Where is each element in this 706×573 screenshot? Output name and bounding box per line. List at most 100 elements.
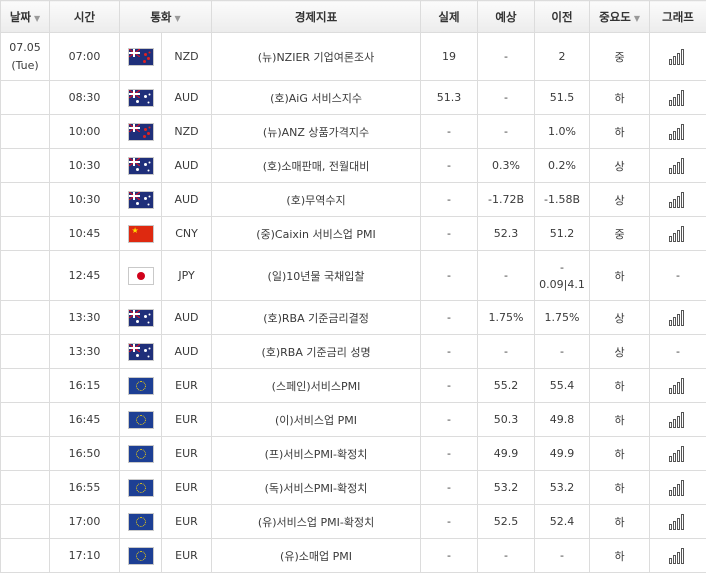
filter-arrow-icon[interactable]: ▼ <box>634 14 640 23</box>
bar-chart-icon[interactable] <box>669 192 688 208</box>
time-cell: 13:30 <box>50 335 120 369</box>
flag-cell <box>120 403 162 437</box>
previous-cell: 1.0% <box>535 115 590 149</box>
currency-cell: AUD <box>162 183 212 217</box>
previous-cell: - <box>535 539 590 573</box>
forecast-cell: - <box>478 33 535 81</box>
graph-cell <box>650 33 706 81</box>
bar-chart-icon[interactable] <box>669 90 688 106</box>
table-row: 10:45CNY(중)Caixin 서비스업 PMI-52.351.2중 <box>1 217 706 251</box>
time-cell: 10:00 <box>50 115 120 149</box>
forecast-cell: 55.2 <box>478 369 535 403</box>
eu-flag-icon <box>129 548 153 564</box>
flag-cell <box>120 115 162 149</box>
eu-flag-icon <box>129 446 153 462</box>
table-row: 10:00NZD(뉴)ANZ 상품가격지수--1.0%하 <box>1 115 706 149</box>
graph-cell <box>650 217 706 251</box>
bar-chart-icon[interactable] <box>669 226 688 242</box>
previous-value-line2: 0.09|4.1 <box>535 276 589 293</box>
indicator-cell: (호)RBA 기준금리결정 <box>212 301 421 335</box>
indicator-cell: (뉴)ANZ 상품가격지수 <box>212 115 421 149</box>
bar-chart-icon[interactable] <box>669 49 688 65</box>
date-cell <box>1 505 50 539</box>
date-cell <box>1 115 50 149</box>
time-cell: 10:45 <box>50 217 120 251</box>
table-row: 10:30AUD(호)무역수지--1.72B-1.58B상 <box>1 183 706 217</box>
time-cell: 17:10 <box>50 539 120 573</box>
time-cell: 16:45 <box>50 403 120 437</box>
bar-chart-icon[interactable] <box>669 310 688 326</box>
table-header-row: 날짜▼ 시간 통화▼ 경제지표 실제 예상 이전 중요도▼ 그래프 <box>1 1 706 33</box>
currency-cell: CNY <box>162 217 212 251</box>
indicator-cell: (프)서비스PMI-확정치 <box>212 437 421 471</box>
graph-cell <box>650 539 706 573</box>
actual-cell: - <box>421 369 478 403</box>
importance-cell: 하 <box>590 539 650 573</box>
date-text: 07.05 <box>1 39 49 57</box>
actual-cell: - <box>421 115 478 149</box>
eu-flag-icon <box>129 378 153 394</box>
actual-cell: - <box>421 335 478 369</box>
table-row: 16:15EUR(스페인)서비스PMI-55.255.4하 <box>1 369 706 403</box>
au-flag-icon <box>129 90 153 106</box>
bar-chart-icon[interactable] <box>669 480 688 496</box>
currency-cell: AUD <box>162 81 212 115</box>
date-cell <box>1 471 50 505</box>
time-cell: 16:50 <box>50 437 120 471</box>
column-header-importance[interactable]: 중요도▼ <box>590 1 650 33</box>
actual-cell: 19 <box>421 33 478 81</box>
time-cell: 10:30 <box>50 183 120 217</box>
bar-chart-icon[interactable] <box>669 548 688 564</box>
graph-cell <box>650 183 706 217</box>
importance-cell: 하 <box>590 81 650 115</box>
flag-cell <box>120 217 162 251</box>
importance-cell: 하 <box>590 403 650 437</box>
economic-calendar-table: 날짜▼ 시간 통화▼ 경제지표 실제 예상 이전 중요도▼ 그래프 07.05(… <box>0 0 706 573</box>
flag-cell <box>120 369 162 403</box>
graph-cell <box>650 437 706 471</box>
bar-chart-icon[interactable] <box>669 412 688 428</box>
flag-cell <box>120 251 162 301</box>
column-header-date[interactable]: 날짜▼ <box>1 1 50 33</box>
actual-cell: - <box>421 505 478 539</box>
previous-cell: 55.4 <box>535 369 590 403</box>
flag-cell <box>120 183 162 217</box>
bar-chart-icon[interactable] <box>669 124 688 140</box>
forecast-cell: 0.3% <box>478 149 535 183</box>
previous-cell: -1.58B <box>535 183 590 217</box>
date-cell <box>1 369 50 403</box>
column-header-currency[interactable]: 통화▼ <box>120 1 212 33</box>
table-row: 17:00EUR(유)서비스업 PMI-확정치-52.552.4하 <box>1 505 706 539</box>
date-cell: 07.05(Tue) <box>1 33 50 81</box>
table-row: 13:30AUD(호)RBA 기준금리결정-1.75%1.75%상 <box>1 301 706 335</box>
time-cell: 13:30 <box>50 301 120 335</box>
date-cell <box>1 335 50 369</box>
forecast-cell: 52.3 <box>478 217 535 251</box>
nz-flag-icon <box>129 124 153 140</box>
currency-cell: EUR <box>162 369 212 403</box>
forecast-cell: - <box>478 335 535 369</box>
sort-arrow-icon[interactable]: ▼ <box>34 14 40 23</box>
flag-cell <box>120 301 162 335</box>
bar-chart-icon[interactable] <box>669 158 688 174</box>
bar-chart-icon[interactable] <box>669 378 688 394</box>
previous-cell: 0.2% <box>535 149 590 183</box>
currency-cell: JPY <box>162 251 212 301</box>
bar-chart-icon[interactable] <box>669 514 688 530</box>
previous-cell: -0.09|4.1 <box>535 251 590 301</box>
filter-arrow-icon[interactable]: ▼ <box>175 14 181 23</box>
date-cell <box>1 301 50 335</box>
importance-cell: 하 <box>590 437 650 471</box>
bar-chart-icon[interactable] <box>669 446 688 462</box>
graph-cell <box>650 301 706 335</box>
indicator-cell: (호)RBA 기준금리 성명 <box>212 335 421 369</box>
graph-cell: - <box>650 335 706 369</box>
previous-cell: 51.5 <box>535 81 590 115</box>
currency-cell: EUR <box>162 403 212 437</box>
importance-cell: 상 <box>590 301 650 335</box>
forecast-cell: - <box>478 539 535 573</box>
currency-cell: NZD <box>162 115 212 149</box>
date-cell <box>1 149 50 183</box>
forecast-cell: 49.9 <box>478 437 535 471</box>
previous-cell: 53.2 <box>535 471 590 505</box>
